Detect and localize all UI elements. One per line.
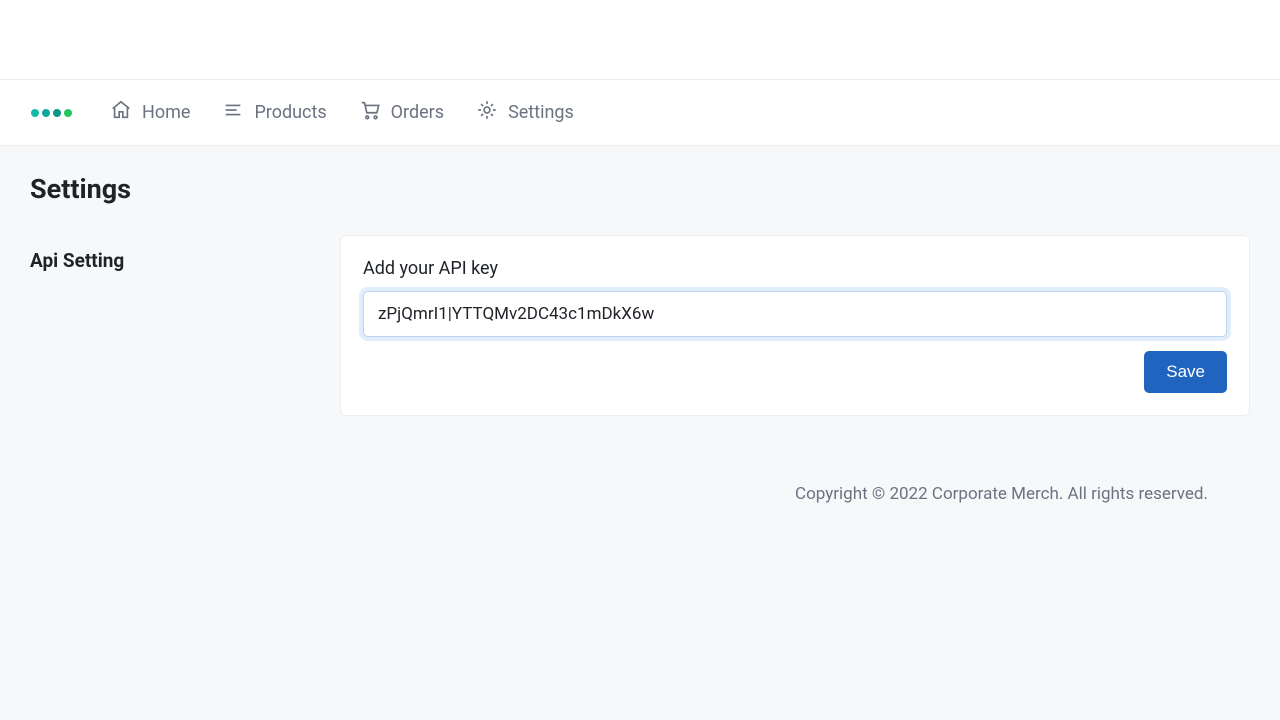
- api-card: Add your API key Save: [340, 235, 1250, 416]
- nav-products-label: Products: [254, 102, 326, 123]
- logo[interactable]: [31, 109, 72, 117]
- cart-icon: [359, 99, 381, 126]
- gear-icon: [476, 99, 498, 126]
- nav-home[interactable]: Home: [110, 99, 190, 126]
- page-title: Settings: [30, 173, 1250, 205]
- main-nav: Home Products Orders Settings: [0, 79, 1280, 146]
- topbar-spacer: [0, 0, 1280, 79]
- logo-dot-icon: [53, 109, 61, 117]
- api-key-input[interactable]: [363, 291, 1227, 337]
- footer-text: Copyright © 2022 Corporate Merch. All ri…: [30, 416, 1250, 504]
- nav-orders[interactable]: Orders: [359, 99, 444, 126]
- home-icon: [110, 99, 132, 126]
- logo-dot-icon: [31, 109, 39, 117]
- nav-home-label: Home: [142, 102, 190, 123]
- save-button[interactable]: Save: [1144, 351, 1227, 393]
- nav-products[interactable]: Products: [222, 99, 326, 126]
- nav-settings-label: Settings: [508, 102, 574, 123]
- layout-row: Api Setting Add your API key Save: [30, 235, 1250, 416]
- nav-settings[interactable]: Settings: [476, 99, 574, 126]
- list-icon: [222, 99, 244, 126]
- content: Settings Api Setting Add your API key Sa…: [0, 146, 1280, 531]
- section-label: Api Setting: [30, 235, 310, 272]
- logo-dot-icon: [42, 109, 50, 117]
- button-row: Save: [363, 351, 1227, 393]
- api-key-label: Add your API key: [363, 258, 1227, 279]
- nav-orders-label: Orders: [391, 102, 444, 123]
- logo-dot-icon: [64, 109, 72, 117]
